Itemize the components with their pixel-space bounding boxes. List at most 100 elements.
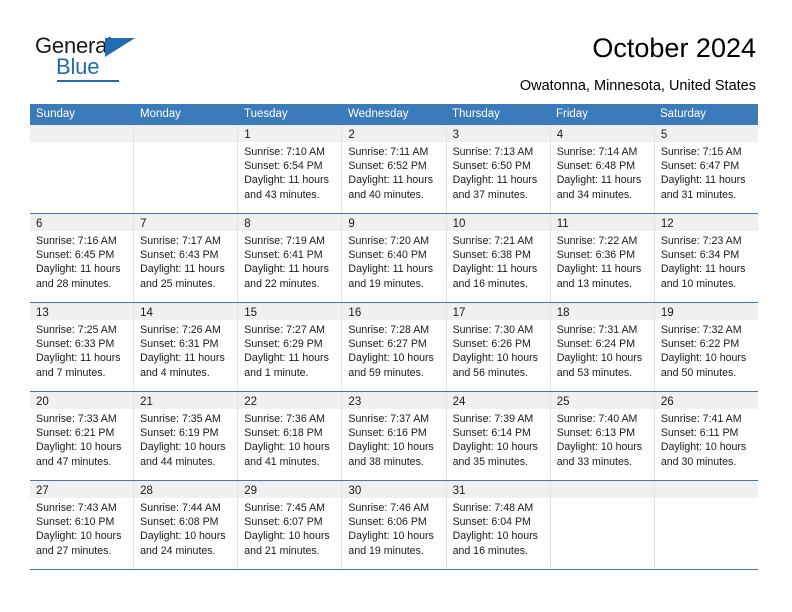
day-number: 9 xyxy=(348,218,355,230)
sunset-text: Sunset: 6:54 PM xyxy=(244,160,323,173)
daylight-text: and 56 minutes. xyxy=(452,366,528,379)
calendar-day-cell[interactable]: 2 Sunrise: 7:11 AM Sunset: 6:52 PM Daylight… xyxy=(342,125,447,213)
day-number: 3 xyxy=(452,129,459,141)
day-number: 31 xyxy=(452,485,466,497)
calendar-day-cell[interactable]: 4 Sunrise: 7:14 AM Sunset: 6:48 PM Daylight… xyxy=(550,125,655,213)
calendar-day-cell[interactable]: 7 Sunrise: 7:17 AM Sunset: 6:43 PM Daylight… xyxy=(134,214,239,302)
day-detail-lines: Sunrise: 7:20 AM Sunset: 6:40 PM Daylight:… xyxy=(342,231,445,291)
daylight-text: Daylight: 10 hours xyxy=(452,352,538,365)
weekday-header-sunday: Sunday xyxy=(36,108,76,120)
calendar-day-cell[interactable]: 3 Sunrise: 7:13 AM Sunset: 6:50 PM Daylight… xyxy=(446,125,551,213)
calendar-day-cell[interactable]: 19 Sunrise: 7:32 AM Sunset: 6:22 PM Dayligh… xyxy=(654,303,758,391)
sunrise-text: Sunrise: 7:31 AM xyxy=(556,324,638,336)
calendar-day-cell[interactable]: 26 Sunrise: 7:41 AM Sunset: 6:11 PM Dayligh… xyxy=(654,392,758,480)
daylight-text: and 19 minutes. xyxy=(348,277,424,290)
daylight-text: Daylight: 10 hours xyxy=(660,441,747,454)
day-number-band: 18 xyxy=(550,303,654,320)
calendar-day-cell[interactable]: 30 Sunrise: 7:46 AM Sunset: 6:06 PM Dayligh… xyxy=(342,481,447,569)
day-detail-lines: Sunrise: 7:15 AM Sunset: 6:47 PM Daylight:… xyxy=(655,142,758,202)
daylight-text: Daylight: 11 hours xyxy=(36,263,121,276)
calendar-day-cell[interactable]: 16 Sunrise: 7:28 AM Sunset: 6:27 PM Dayligh… xyxy=(342,303,447,391)
daylight-text: and 59 minutes. xyxy=(348,366,424,379)
sunrise-text: Sunrise: 7:43 AM xyxy=(36,502,117,514)
day-number-band: 8 xyxy=(238,214,342,231)
day-number-band: 1 xyxy=(238,125,342,142)
calendar-day-cell[interactable]: 23 Sunrise: 7:37 AM Sunset: 6:16 PM Dayligh… xyxy=(342,392,447,480)
calendar-day-cell[interactable]: 1 Sunrise: 7:10 AM Sunset: 6:54 PM Daylight… xyxy=(238,125,343,213)
day-detail-lines: Sunrise: 7:22 AM Sunset: 6:36 PM Daylight:… xyxy=(551,231,654,291)
sunrise-text: Sunrise: 7:37 AM xyxy=(348,413,430,425)
calendar-day-cell[interactable]: 5 Sunrise: 7:15 AM Sunset: 6:47 PM Daylight… xyxy=(654,125,758,213)
day-detail-lines: Sunrise: 7:10 AM Sunset: 6:54 PM Daylight:… xyxy=(238,142,341,202)
general-blue-logo: General Blue xyxy=(35,33,145,82)
calendar-grid: Sunday Monday Tuesday Wednesday Thursday… xyxy=(30,104,758,570)
calendar-day-cell[interactable]: 14 Sunrise: 7:26 AM Sunset: 6:31 PM Dayligh… xyxy=(134,303,239,391)
sunset-text: Sunset: 6:24 PM xyxy=(556,338,636,351)
calendar-day-cell[interactable]: 12 Sunrise: 7:23 AM Sunset: 6:34 PM Dayligh… xyxy=(654,214,758,302)
calendar-day-cell[interactable]: 10 Sunrise: 7:21 AM Sunset: 6:38 PM Dayligh… xyxy=(446,214,551,302)
sunset-text: Sunset: 6:08 PM xyxy=(140,516,219,529)
calendar-day-cell[interactable]: 20 Sunrise: 7:33 AM Sunset: 6:21 PM Dayligh… xyxy=(30,392,135,480)
day-detail-lines: Sunrise: 7:14 AM Sunset: 6:48 PM Daylight:… xyxy=(551,142,654,202)
calendar-day-cell[interactable]: 15 Sunrise: 7:27 AM Sunset: 6:29 PM Dayligh… xyxy=(238,303,343,391)
day-number-band: 26 xyxy=(654,392,758,409)
day-detail-lines: Sunrise: 7:41 AM Sunset: 6:11 PM Daylight:… xyxy=(655,409,758,469)
sunrise-text: Sunrise: 7:35 AM xyxy=(140,413,221,425)
sunrise-text: Sunrise: 7:20 AM xyxy=(348,235,430,247)
calendar-day-cell[interactable]: 27 Sunrise: 7:43 AM Sunset: 6:10 PM Dayligh… xyxy=(30,481,135,569)
daylight-text: and 28 minutes. xyxy=(36,277,112,290)
calendar-day-cell[interactable]: 13 Sunrise: 7:25 AM Sunset: 6:33 PM Dayligh… xyxy=(30,303,135,391)
calendar-day-cell[interactable]: 17 Sunrise: 7:30 AM Sunset: 6:26 PM Dayligh… xyxy=(446,303,551,391)
daylight-text: Daylight: 11 hours xyxy=(348,174,434,187)
daylight-text: Daylight: 10 hours xyxy=(556,352,643,365)
calendar-page: General Blue October 2024 Owatonna, Minn… xyxy=(0,0,792,612)
calendar-day-cell[interactable]: 8 Sunrise: 7:19 AM Sunset: 6:41 PM Daylight… xyxy=(238,214,343,302)
daylight-text: Daylight: 10 hours xyxy=(556,441,643,454)
day-detail-lines xyxy=(551,498,654,501)
sunrise-text: Sunrise: 7:33 AM xyxy=(36,413,117,425)
sunset-text: Sunset: 6:31 PM xyxy=(140,338,219,351)
day-number-band: 15 xyxy=(238,303,342,320)
calendar-day-cell-empty xyxy=(134,125,239,213)
daylight-text: Daylight: 10 hours xyxy=(36,441,122,454)
calendar-day-cell[interactable]: 25 Sunrise: 7:40 AM Sunset: 6:13 PM Dayligh… xyxy=(550,392,655,480)
day-detail-lines: Sunrise: 7:45 AM Sunset: 6:07 PM Daylight:… xyxy=(238,498,341,558)
day-number: 25 xyxy=(556,396,570,408)
day-number-band: 3 xyxy=(446,125,550,142)
daylight-text: Daylight: 11 hours xyxy=(660,263,746,276)
day-detail-lines: Sunrise: 7:13 AM Sunset: 6:50 PM Daylight:… xyxy=(447,142,550,202)
day-number: 15 xyxy=(244,307,258,319)
day-detail-lines: Sunrise: 7:33 AM Sunset: 6:21 PM Daylight:… xyxy=(30,409,133,469)
day-number-band: 30 xyxy=(342,481,446,498)
daylight-text: Daylight: 10 hours xyxy=(348,530,434,543)
sunrise-text: Sunrise: 7:23 AM xyxy=(660,235,742,247)
day-number: 11 xyxy=(556,218,569,230)
daylight-text: and 16 minutes. xyxy=(452,277,528,290)
day-detail-lines xyxy=(655,498,758,501)
daylight-text: Daylight: 10 hours xyxy=(244,530,330,543)
day-detail-lines: Sunrise: 7:44 AM Sunset: 6:08 PM Daylight:… xyxy=(134,498,237,558)
calendar-day-cell-empty xyxy=(550,481,655,569)
daylight-text: Daylight: 10 hours xyxy=(140,530,226,543)
day-number: 14 xyxy=(140,307,153,319)
calendar-day-cell[interactable]: 24 Sunrise: 7:39 AM Sunset: 6:14 PM Dayligh… xyxy=(446,392,551,480)
calendar-day-cell[interactable]: 31 Sunrise: 7:48 AM Sunset: 6:04 PM Dayligh… xyxy=(446,481,551,569)
sunrise-text: Sunrise: 7:44 AM xyxy=(140,502,221,514)
sunset-text: Sunset: 6:16 PM xyxy=(348,427,427,440)
weekday-header-tuesday: Tuesday xyxy=(244,108,288,120)
calendar-day-cell[interactable]: 21 Sunrise: 7:35 AM Sunset: 6:19 PM Dayligh… xyxy=(134,392,239,480)
calendar-day-cell[interactable]: 22 Sunrise: 7:36 AM Sunset: 6:18 PM Dayligh… xyxy=(238,392,343,480)
day-detail-lines: Sunrise: 7:37 AM Sunset: 6:16 PM Daylight:… xyxy=(342,409,445,469)
calendar-day-cell[interactable]: 6 Sunrise: 7:16 AM Sunset: 6:45 PM Daylight… xyxy=(30,214,135,302)
daylight-text: Daylight: 11 hours xyxy=(348,263,434,276)
calendar-day-cell[interactable]: 9 Sunrise: 7:20 AM Sunset: 6:40 PM Daylight… xyxy=(342,214,447,302)
sunset-text: Sunset: 6:04 PM xyxy=(452,516,531,529)
calendar-day-cell[interactable]: 11 Sunrise: 7:22 AM Sunset: 6:36 PM Dayligh… xyxy=(550,214,655,302)
weekday-header-row: Sunday Monday Tuesday Wednesday Thursday… xyxy=(30,104,758,125)
day-number-band xyxy=(134,125,238,142)
calendar-day-cell[interactable]: 29 Sunrise: 7:45 AM Sunset: 6:07 PM Dayligh… xyxy=(238,481,343,569)
day-detail-lines: Sunrise: 7:30 AM Sunset: 6:26 PM Daylight:… xyxy=(447,320,550,380)
calendar-day-cell[interactable]: 18 Sunrise: 7:31 AM Sunset: 6:24 PM Dayligh… xyxy=(550,303,655,391)
calendar-day-cell[interactable]: 28 Sunrise: 7:44 AM Sunset: 6:08 PM Dayligh… xyxy=(134,481,239,569)
day-number: 2 xyxy=(348,129,355,141)
